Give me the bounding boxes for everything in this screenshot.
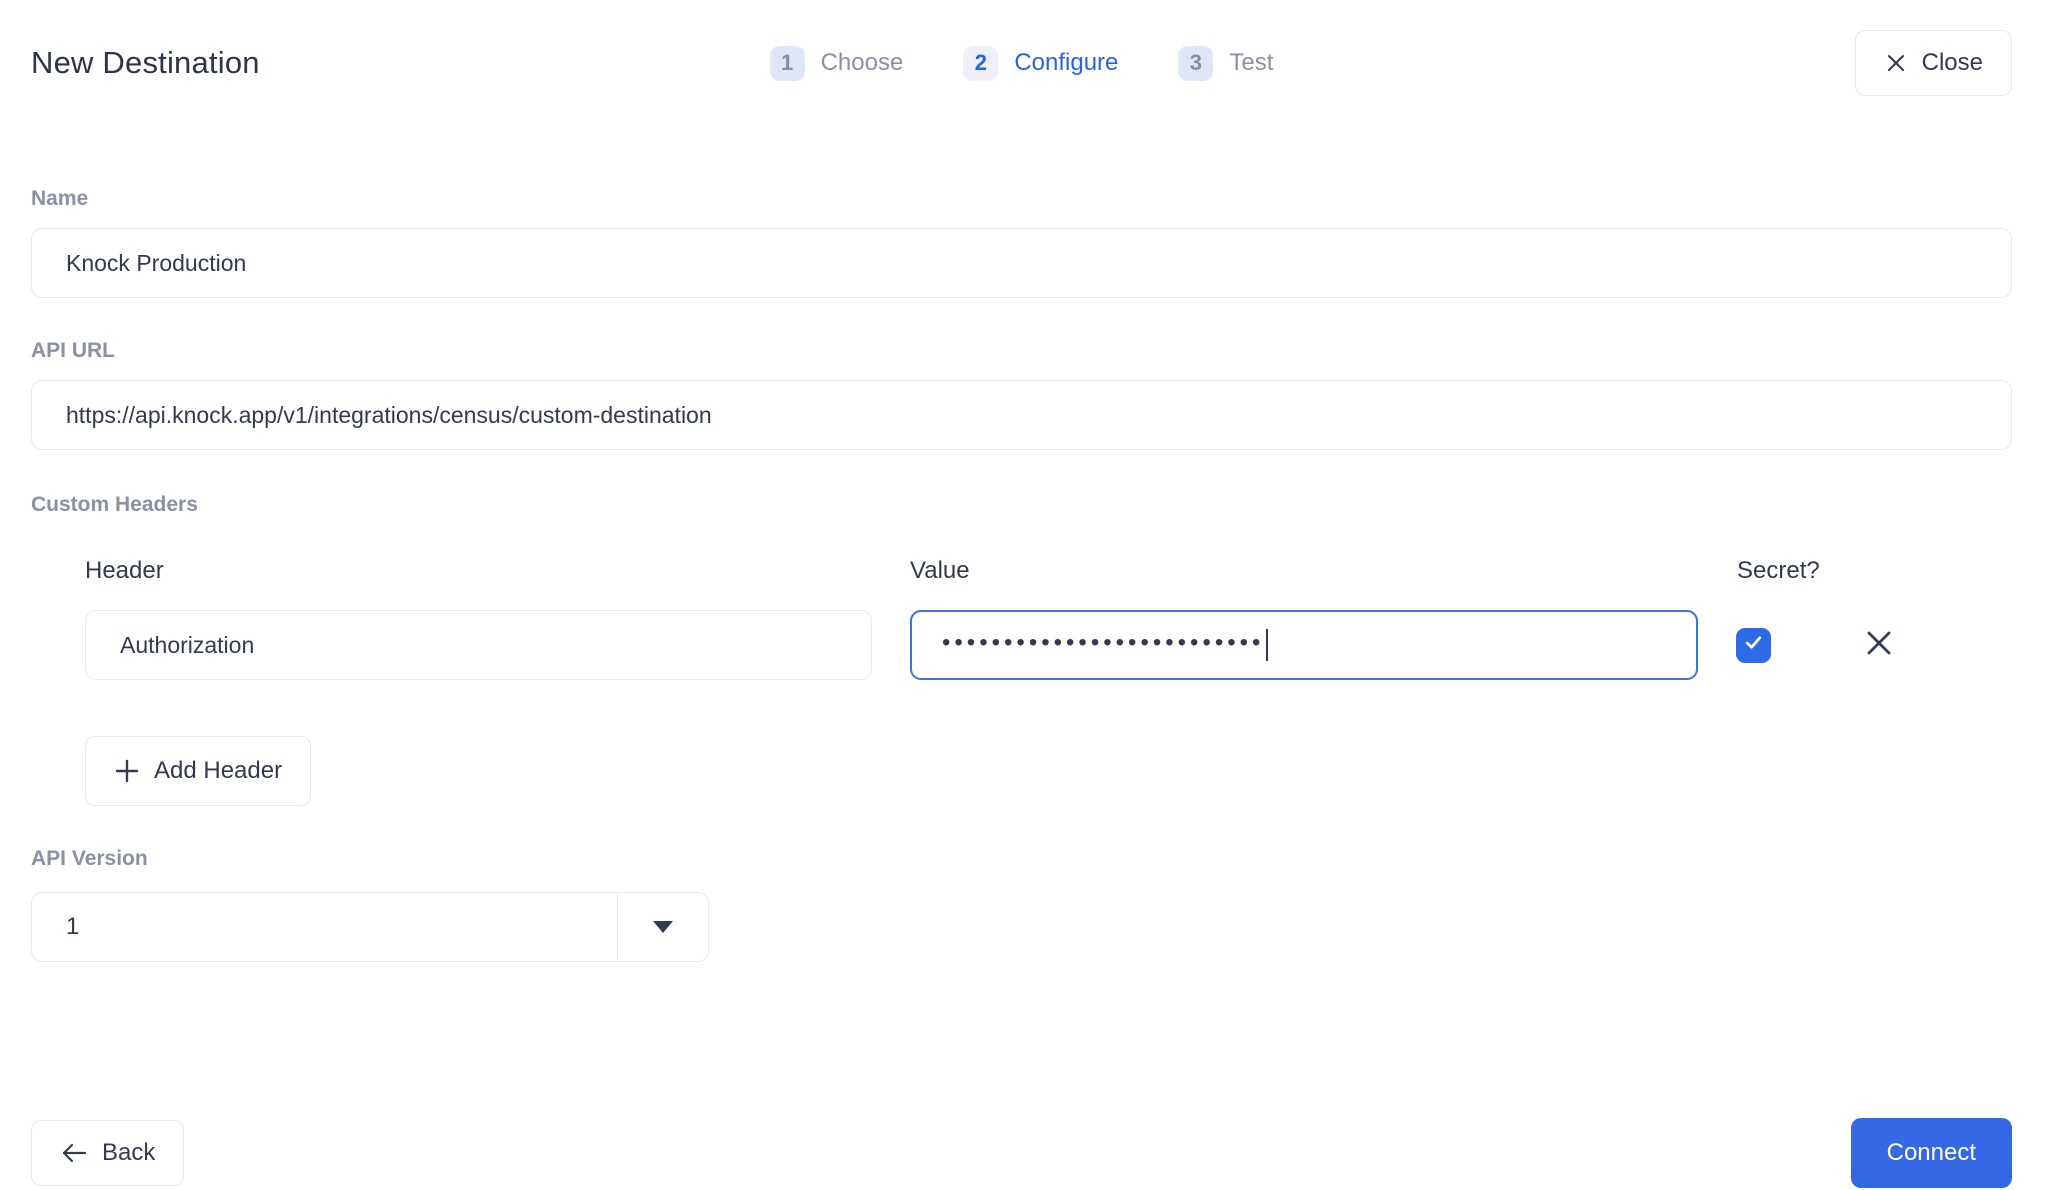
new-destination-dialog: New Destination 1 Choose 2 Configure 3 T… <box>0 0 2048 1190</box>
header-row-cell <box>85 610 872 680</box>
dialog-footer: Back Connect <box>31 1118 2012 1188</box>
header-column-label: Header <box>85 556 872 586</box>
step-choose[interactable]: 1 Choose <box>770 46 904 81</box>
close-icon <box>1884 51 1908 75</box>
step-configure-badge: 2 <box>963 46 998 81</box>
custom-headers-table: Header Value Secret? •••••••••••••••••••… <box>85 556 2012 680</box>
step-choose-label: Choose <box>821 49 904 77</box>
step-configure[interactable]: 2 Configure <box>963 46 1118 81</box>
name-input[interactable] <box>31 228 2012 298</box>
api-version-value: 1 <box>32 893 618 961</box>
step-configure-label: Configure <box>1014 49 1118 77</box>
step-test-badge: 3 <box>1178 46 1213 81</box>
api-version-label: API Version <box>31 846 2012 872</box>
add-header-button[interactable]: Add Header <box>85 736 311 806</box>
delete-header-button[interactable] <box>1861 625 1897 666</box>
api-url-label: API URL <box>31 338 2012 364</box>
wizard-steps: 1 Choose 2 Configure 3 Test <box>770 30 1274 96</box>
add-header-label: Add Header <box>154 757 282 785</box>
chevron-down-icon <box>653 921 673 933</box>
back-button-label: Back <box>102 1139 155 1167</box>
close-button[interactable]: Close <box>1855 30 2012 96</box>
header-value-cell: •••••••••••••••••••••••••• <box>910 610 1698 680</box>
connect-button[interactable]: Connect <box>1851 1118 2012 1188</box>
close-button-label: Close <box>1922 49 1983 77</box>
plus-icon <box>114 758 140 784</box>
page-title: New Destination <box>31 45 260 81</box>
select-caret-area[interactable] <box>618 893 708 961</box>
step-test[interactable]: 3 Test <box>1178 46 1273 81</box>
secret-column-label: Secret? <box>1736 556 2012 586</box>
name-label: Name <box>31 186 2012 212</box>
api-url-input[interactable] <box>31 380 2012 450</box>
header-name-input[interactable] <box>85 610 872 680</box>
secret-checkbox[interactable] <box>1736 628 1771 663</box>
value-column-label: Value <box>910 556 1698 586</box>
back-button[interactable]: Back <box>31 1120 184 1186</box>
text-cursor <box>1266 629 1268 661</box>
step-choose-badge: 1 <box>770 46 805 81</box>
header-value-input[interactable]: •••••••••••••••••••••••••• <box>910 610 1698 680</box>
custom-headers-label: Custom Headers <box>31 492 2012 518</box>
masked-value-text: •••••••••••••••••••••••••• <box>942 631 1264 655</box>
x-delete-icon <box>1861 625 1897 666</box>
arrow-left-icon <box>60 1141 88 1165</box>
api-version-select[interactable]: 1 <box>31 892 709 962</box>
dialog-header: New Destination 1 Choose 2 Configure 3 T… <box>31 0 2012 96</box>
check-icon <box>1743 632 1764 658</box>
header-secret-cell <box>1736 610 2012 680</box>
step-test-label: Test <box>1229 49 1273 77</box>
